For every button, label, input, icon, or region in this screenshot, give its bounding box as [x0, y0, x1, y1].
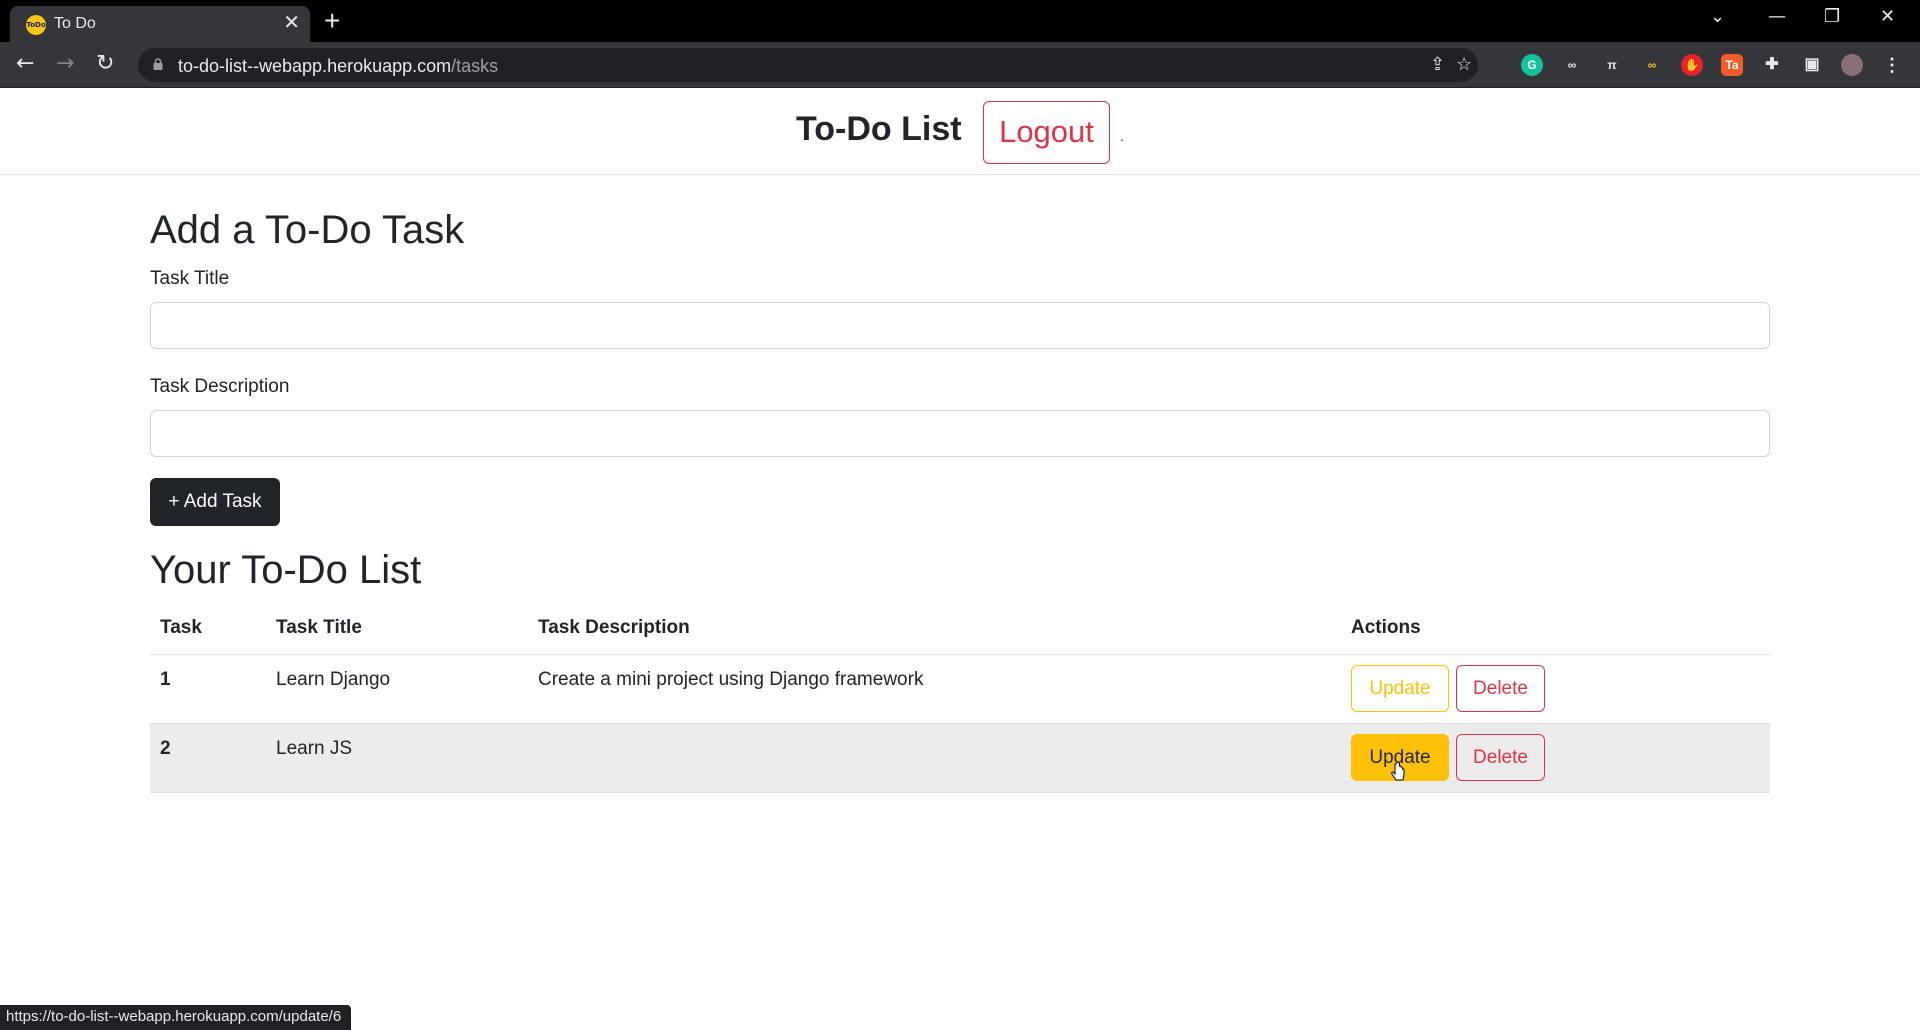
hand-cursor-icon: [1391, 763, 1405, 781]
address-bar[interactable]: to-do-list--webapp.herokuapp.com/tasks ⇪…: [138, 48, 1478, 82]
forward-icon[interactable]: →: [56, 51, 74, 77]
table-row: 2 Learn JS Update Delete: [150, 723, 1770, 793]
extension-translate-icon[interactable]: π: [1601, 54, 1623, 76]
task-actions: Update Delete: [1341, 723, 1770, 793]
task-description-input[interactable]: [150, 410, 1770, 457]
delete-button[interactable]: Delete: [1456, 733, 1545, 781]
minimize-icon[interactable]: —: [1768, 6, 1786, 27]
add-task-heading: Add a To-Do Task: [150, 208, 465, 252]
extensions-puzzle-icon[interactable]: ✚: [1761, 54, 1783, 76]
browser-tabbar: ToDo To Do ✕ + ⌄ — ❐ ✕: [0, 0, 1920, 42]
lock-icon: [153, 58, 163, 70]
close-window-icon[interactable]: ✕: [1880, 6, 1895, 27]
link-status-bar: https://to-do-list--webapp.herokuapp.com…: [0, 1005, 352, 1030]
side-panel-icon[interactable]: ▣: [1801, 54, 1823, 76]
column-header-title: Task Title: [266, 603, 528, 655]
todo-table: Task Task Title Task Description Actions…: [150, 603, 1770, 793]
todo-list-heading: Your To-Do List: [150, 548, 422, 592]
url-text: to-do-list--webapp.herokuapp.com/tasks: [178, 56, 498, 77]
url-host: to-do-list--webapp.herokuapp.com: [178, 56, 452, 76]
restore-icon[interactable]: ❐: [1824, 6, 1840, 27]
task-title: Learn JS: [266, 723, 528, 793]
extension-text-icon[interactable]: Ta: [1721, 54, 1743, 76]
table-header-row: Task Task Title Task Description Actions: [150, 603, 1770, 655]
delete-button[interactable]: Delete: [1456, 664, 1545, 712]
task-description: Create a mini project using Django frame…: [528, 654, 1341, 724]
tab-search-icon[interactable]: ⌄: [1710, 6, 1725, 27]
browser-tab[interactable]: ToDo To Do ✕: [10, 6, 310, 42]
task-number: 1: [150, 654, 266, 724]
task-description: [528, 723, 1341, 793]
column-header-task: Task: [150, 603, 266, 655]
task-description-label: Task Description: [150, 376, 290, 397]
header-dot: .: [1120, 128, 1124, 144]
profile-avatar[interactable]: [1841, 54, 1863, 76]
brand-title: To-Do List: [796, 110, 962, 148]
site-header: To-Do List Logout .: [0, 88, 1920, 175]
logout-button[interactable]: Logout: [983, 101, 1110, 164]
adblock-extension-icon[interactable]: ✋: [1681, 54, 1703, 76]
add-task-button[interactable]: + Add Task: [150, 478, 280, 526]
extension-infinity-icon[interactable]: ∞: [1641, 54, 1663, 76]
bookmark-star-icon[interactable]: ☆: [1456, 54, 1472, 75]
task-title-label: Task Title: [150, 268, 230, 289]
task-number: 2: [150, 723, 266, 793]
share-icon[interactable]: ⇪: [1430, 54, 1445, 75]
task-title: Learn Django: [266, 654, 528, 724]
table-row: 1 Learn Django Create a mini project usi…: [150, 654, 1770, 724]
url-path: /tasks: [451, 56, 499, 76]
reload-icon[interactable]: ↻: [96, 51, 114, 77]
browser-toolbar: ← → ↻ to-do-list--webapp.herokuapp.com/t…: [0, 42, 1920, 88]
column-header-description: Task Description: [528, 603, 1341, 655]
grammarly-extension-icon[interactable]: G: [1521, 54, 1543, 76]
todo-favicon-icon: ToDo: [26, 15, 46, 35]
back-icon[interactable]: ←: [16, 51, 34, 77]
browser-menu-icon[interactable]: ⋮: [1881, 54, 1903, 76]
tab-title: To Do: [54, 15, 96, 32]
update-button[interactable]: Update: [1351, 664, 1449, 712]
task-actions: Update Delete: [1341, 654, 1770, 724]
task-title-input[interactable]: [150, 302, 1770, 349]
extension-glasses-icon[interactable]: ∞: [1561, 54, 1583, 76]
new-tab-icon[interactable]: +: [324, 6, 340, 36]
column-header-actions: Actions: [1341, 603, 1770, 655]
close-tab-icon[interactable]: ✕: [283, 11, 300, 35]
